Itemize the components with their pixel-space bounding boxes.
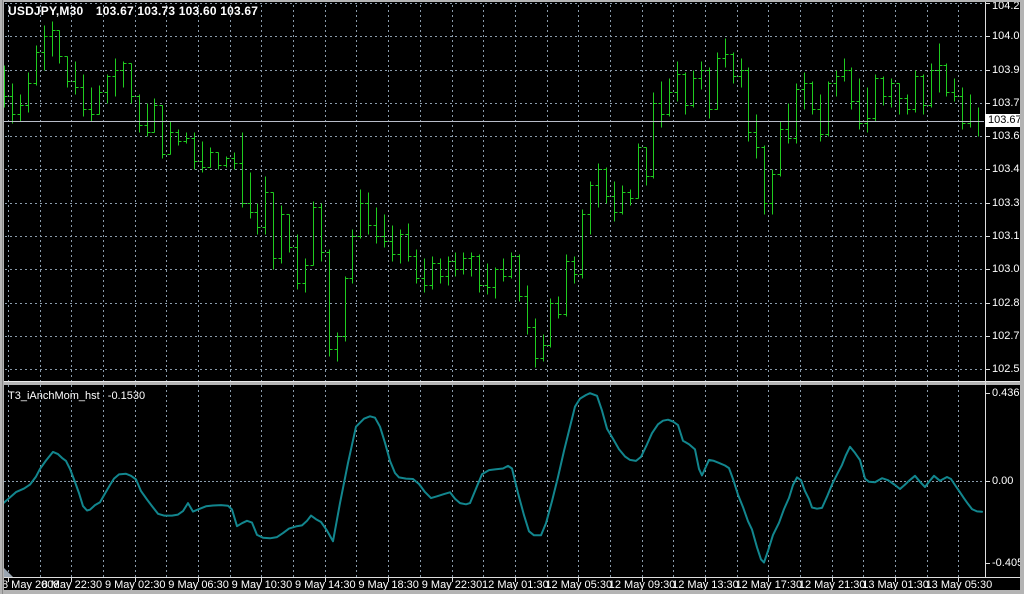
indicator-value: -0.1530 bbox=[107, 390, 146, 402]
current-price-label: 103.67 bbox=[985, 114, 1024, 127]
window-border-bottom bbox=[0, 590, 1024, 594]
indicator-axis-label: 0.00 bbox=[992, 475, 1014, 487]
chart-shift-triangle bbox=[4, 568, 13, 577]
indicator-axis-tick bbox=[985, 481, 990, 482]
chart-symbol-period: USDJPY,M30 bbox=[8, 4, 84, 18]
indicator-axis[interactable]: 0.43690.00-0.4056 bbox=[985, 0, 1024, 594]
indicator-axis-tick bbox=[985, 563, 990, 564]
panel-divider[interactable] bbox=[0, 381, 1024, 385]
window-border-right bbox=[1020, 0, 1024, 594]
chart-window: USDJPY,M30 103.67 103.73 103.60 103.67 T… bbox=[0, 0, 1024, 594]
window-border-left-shadow bbox=[2, 0, 3, 594]
indicator-label: T3_iAnchMom_hst -0.1530 bbox=[8, 390, 145, 402]
window-border-top bbox=[0, 0, 1024, 2]
indicator-name: T3_iAnchMom_hst bbox=[8, 390, 100, 402]
main-price-chart[interactable] bbox=[0, 0, 985, 381]
chart-title: USDJPY,M30 103.67 103.73 103.60 103.67 bbox=[8, 4, 258, 18]
indicator-axis-tick bbox=[985, 393, 990, 394]
indicator-chart[interactable] bbox=[0, 385, 985, 577]
chart-quote-ohlc: 103.67 103.73 103.60 103.67 bbox=[95, 4, 259, 18]
